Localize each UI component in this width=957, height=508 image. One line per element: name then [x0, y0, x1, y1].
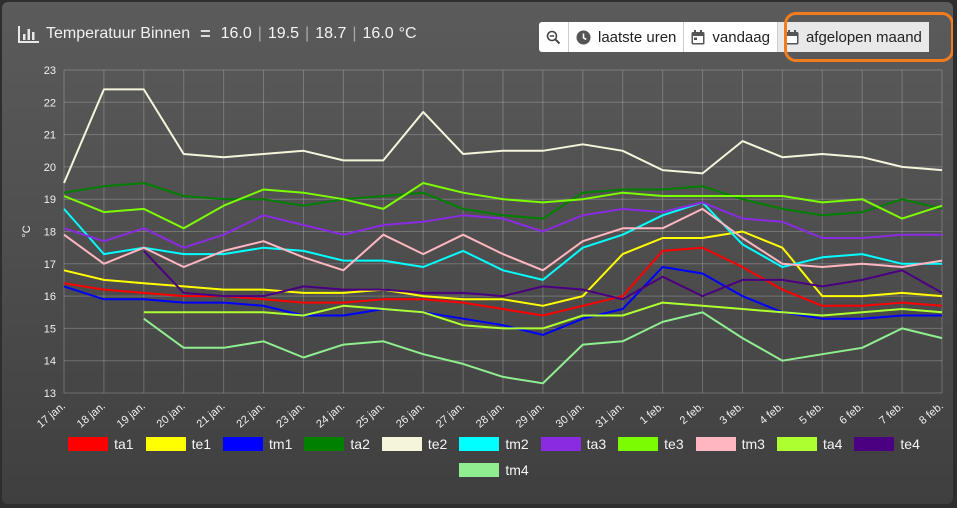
legend-label: ta2: [350, 436, 370, 452]
chart-panel: Temperatuur Binnen = 16.0 | 19.5 | 18.7 …: [2, 2, 953, 504]
x-tick-label: 18 jan.: [75, 400, 108, 430]
legend-label: tm3: [741, 436, 765, 452]
x-tick-label: 21 jan.: [195, 400, 228, 430]
legend-label: tm2: [505, 436, 529, 452]
y-tick-label: 18: [44, 227, 56, 239]
x-tick-label: 6 feb.: [837, 400, 866, 427]
legend-item-ta1[interactable]: ta1: [68, 434, 134, 454]
x-tick-label: 3 feb.: [718, 400, 747, 427]
legend-label: te4: [900, 436, 920, 452]
legend-item-te4[interactable]: te4: [854, 434, 920, 454]
legend-swatch: [68, 437, 109, 451]
legend-item-ta3[interactable]: ta3: [540, 434, 607, 454]
x-tick-label: 27 jan.: [434, 400, 467, 430]
x-tick-label: 31 jan.: [594, 400, 627, 430]
x-tick-label: 22 jan.: [234, 400, 267, 430]
y-axis-label: °C: [21, 225, 33, 237]
x-tick-label: 4 feb.: [757, 400, 786, 427]
x-tick-label: 20 jan.: [155, 400, 188, 430]
legend-swatch: [618, 437, 659, 451]
x-tick-label: 29 jan.: [514, 400, 547, 430]
x-tick-label: 28 jan.: [474, 400, 507, 430]
y-tick-label: 17: [44, 259, 56, 271]
legend-label: tm1: [269, 436, 293, 452]
y-tick-label: 22: [44, 97, 56, 109]
legend-label: ta1: [114, 436, 134, 452]
x-tick-label: 25 jan.: [354, 400, 387, 430]
y-tick-label: 16: [44, 291, 56, 303]
y-tick-label: 20: [44, 162, 56, 174]
x-tick-label: 30 jan.: [554, 400, 587, 430]
y-tick-label: 15: [44, 323, 56, 335]
chart-legend: ta1 te1 tm1 ta2 te2 tm2 ta3 te3 tm3 ta4 te4 tm4: [54, 434, 934, 480]
legend-swatch: [695, 437, 736, 451]
legend-swatch: [776, 437, 817, 451]
legend-swatch: [381, 437, 422, 451]
x-tick-label: 7 feb.: [877, 400, 906, 427]
y-tick-label: 19: [44, 194, 56, 206]
legend-label: te1: [191, 436, 212, 452]
legend-item-tm3[interactable]: tm3: [695, 434, 765, 454]
x-tick-label: 1 feb.: [638, 400, 667, 427]
legend-swatch: [459, 463, 500, 477]
legend-item-tm4[interactable]: tm4: [459, 460, 529, 480]
legend-label: ta4: [822, 436, 843, 452]
legend-swatch: [145, 437, 186, 451]
y-tick-label: 14: [44, 356, 56, 368]
legend-swatch: [854, 437, 895, 451]
legend-item-te3[interactable]: te3: [618, 434, 684, 454]
legend-label: tm4: [505, 462, 529, 478]
legend-item-tm1[interactable]: tm1: [223, 434, 292, 454]
legend-swatch: [459, 437, 500, 451]
legend-swatch: [223, 437, 264, 451]
legend-item-ta4[interactable]: ta4: [776, 434, 843, 454]
legend-label: te3: [664, 436, 684, 452]
legend-item-te2[interactable]: te2: [381, 434, 448, 454]
x-tick-label: 23 jan.: [274, 400, 307, 430]
y-tick-label: 23: [44, 65, 56, 77]
y-tick-label: 21: [44, 130, 56, 142]
x-tick-label: 2 feb.: [678, 400, 707, 427]
temperature-line-chart: 13 14 15 16 17 18 19 20 21 22 23 17 jan. 18 jan. 19 j…: [21, 65, 946, 431]
y-tick-label: 13: [44, 388, 56, 400]
legend-label: ta3: [586, 436, 607, 452]
x-tick-label: 5 feb.: [797, 400, 826, 427]
x-tick-label: 8 feb.: [917, 400, 946, 427]
x-tick-label: 17 jan.: [35, 400, 68, 430]
legend-item-tm2[interactable]: tm2: [459, 434, 529, 454]
legend-item-te1[interactable]: te1: [145, 434, 212, 454]
legend-item-ta2[interactable]: ta2: [304, 434, 370, 454]
x-tick-label: 19 jan.: [115, 400, 148, 430]
legend-swatch: [304, 437, 345, 451]
x-tick-label: 24 jan.: [314, 400, 347, 430]
x-tick-label: 26 jan.: [394, 400, 427, 430]
legend-swatch: [540, 437, 581, 451]
legend-label: te2: [427, 436, 448, 452]
